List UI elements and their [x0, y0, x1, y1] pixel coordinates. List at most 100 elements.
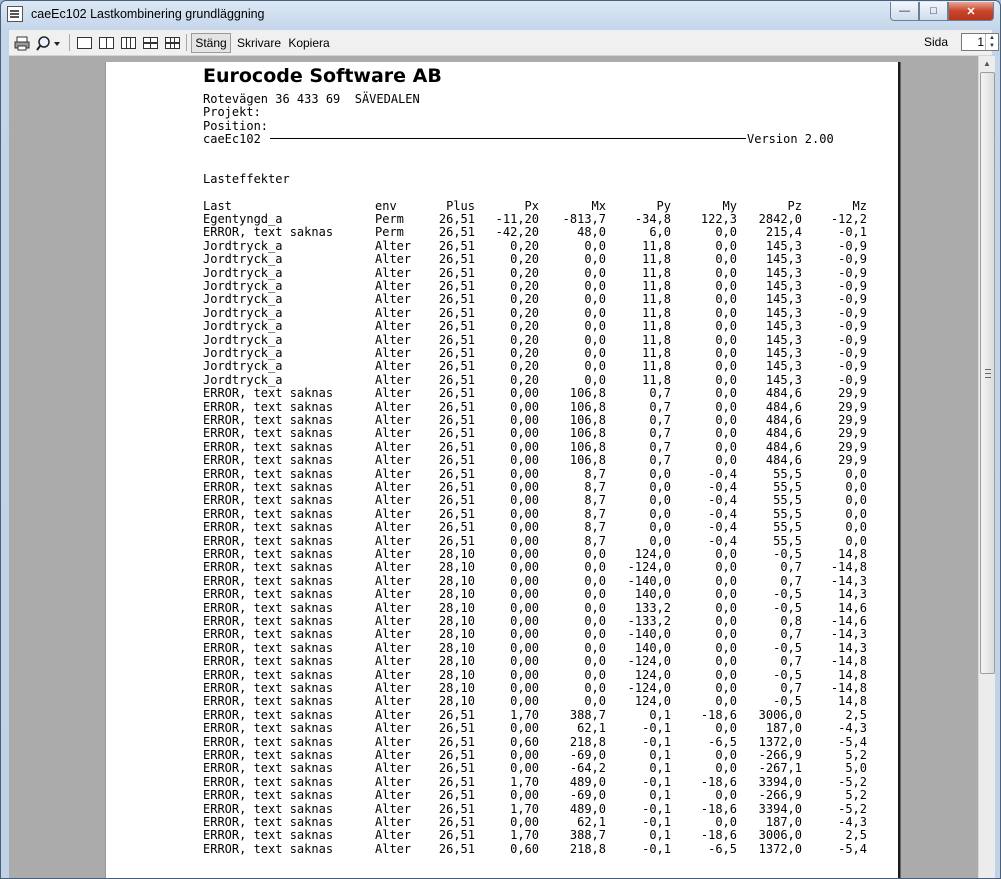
- page-spin-arrows[interactable]: ▲ ▼: [985, 34, 998, 50]
- table-row: ERROR, text saknas Alter 26,51 0,00 8,7 0,0 -0…: [203, 466, 883, 481]
- table-cell: Alter: [375, 413, 412, 427]
- table-cell: 0,0: [715, 667, 737, 682]
- maximize-button[interactable]: □: [919, 2, 948, 21]
- table-cell: 0,00: [510, 466, 539, 481]
- page-number-value[interactable]: 1: [977, 35, 984, 49]
- table-cell: 0,0: [649, 493, 671, 508]
- table-cell: 124,0: [634, 667, 671, 682]
- table-cell: -0,9: [838, 279, 867, 293]
- printer-setup-button[interactable]: Skrivare: [233, 33, 285, 53]
- table-cell: ERROR, text saknas: [203, 426, 334, 441]
- table-cell: 26,51: [438, 265, 475, 280]
- table-cell: 0,0: [845, 520, 867, 535]
- table-cell: 145,3: [765, 372, 802, 387]
- table-row: Jordtryck_a Alter 26,51 0,20 0,0 11,8 0,0 145,3…: [203, 333, 883, 347]
- table-cell: 28,10: [438, 587, 475, 602]
- table-row: ERROR, text saknas Alter 26,51 0,00 8,7 0,0 -0…: [203, 507, 883, 521]
- table-row: Jordtryck_a Alter 26,51 0,20 0,0 11,8 0,0 145,3…: [203, 265, 883, 280]
- table-cell: ERROR, text saknas: [203, 761, 334, 776]
- table-cell: 145,3: [765, 292, 802, 307]
- table-cell: 106,8: [569, 453, 606, 468]
- minimize-button[interactable]: —: [890, 2, 919, 21]
- close-preview-button[interactable]: Stäng: [191, 33, 231, 53]
- two-page-button[interactable]: [95, 33, 117, 53]
- close-window-button[interactable]: ✕: [948, 2, 994, 21]
- table-cell: 26,51: [438, 828, 475, 843]
- table-cell: 26,51: [438, 520, 475, 535]
- table-cell: -133,2: [627, 614, 671, 628]
- table-cell: ERROR, text saknas: [203, 480, 334, 494]
- three-page-button[interactable]: [117, 33, 139, 53]
- table-cell: 0,0: [715, 399, 737, 414]
- table-row: ERROR, text saknas Alter 26,51 0,60 218,8 -0,…: [203, 841, 883, 856]
- table-cell: 0,00: [510, 748, 539, 762]
- scrollbar-thumb[interactable]: [980, 72, 995, 674]
- table-cell: Alter: [375, 681, 412, 695]
- table-cell: 489,0: [569, 801, 606, 816]
- table-cell: 0,0: [715, 238, 737, 253]
- table-cell: 145,3: [765, 305, 802, 320]
- table-cell: ERROR, text saknas: [203, 654, 334, 669]
- table-cell: 11,8: [642, 372, 671, 387]
- table-cell: 28,10: [438, 654, 475, 669]
- table-cell: 218,8: [569, 734, 606, 749]
- table-cell: 28,10: [438, 627, 475, 642]
- table-cell: Alter: [375, 439, 412, 454]
- table-cell: 11,8: [642, 279, 671, 293]
- table-cell: 0,20: [510, 238, 539, 253]
- table-cell: 55,5: [773, 466, 802, 481]
- table-cell: 145,3: [765, 238, 802, 253]
- table-cell: 11,8: [642, 265, 671, 280]
- print-button[interactable]: [11, 33, 33, 53]
- table-row: ERROR, text saknas Alter 28,10 0,00 0,0 124,0…: [203, 695, 883, 708]
- table-row: ERROR, text saknas Alter 26,51 0,00 106,8 0,7…: [203, 427, 883, 440]
- table-row: ERROR, text saknas Alter 28,10 0,00 0,0 -140,…: [203, 573, 883, 588]
- table-cell: Alter: [375, 480, 412, 494]
- table-cell: Alter: [375, 573, 412, 588]
- page-spinner[interactable]: 1 ▲ ▼: [961, 33, 999, 51]
- table-cell: 0,0: [584, 372, 606, 387]
- table-cell: 0,0: [584, 681, 606, 695]
- copy-button[interactable]: Kopiera: [286, 33, 332, 53]
- table-cell: 26,51: [438, 453, 475, 468]
- table-cell: 489,0: [569, 774, 606, 789]
- table-cell: 0,00: [510, 654, 539, 669]
- zoom-button[interactable]: [33, 33, 65, 53]
- maximize-icon: □: [930, 5, 937, 17]
- table-cell: 6,0: [649, 225, 671, 240]
- table-cell: 0,0: [715, 279, 737, 293]
- table-cell: -18,6: [700, 707, 737, 722]
- scroll-up-button[interactable]: ▲: [979, 56, 995, 72]
- table-cell: -14,8: [830, 681, 867, 695]
- preview-area[interactable]: Eurocode Software AB Rotevägen 36 433 69…: [9, 56, 978, 878]
- table-cell: 0,0: [845, 466, 867, 481]
- table-cell: Jordtryck_a: [203, 319, 283, 334]
- table-cell: -0,4: [708, 520, 737, 535]
- title-bar[interactable]: caeEc102 Lastkombinering grundläggning —…: [1, 1, 1000, 29]
- table-cell: 0,7: [649, 453, 671, 468]
- table-cell: 62,1: [577, 721, 606, 736]
- one-page-button[interactable]: [73, 33, 95, 53]
- four-page-button[interactable]: [139, 33, 161, 53]
- table-row: ERROR, text saknas Alter 26,51 0,00 8,7 0,0 -0…: [203, 494, 883, 507]
- table-cell: Alter: [375, 493, 412, 508]
- table-row: Egentyngd_a Perm 26,51 -11,20 -813,7 -34,8 122…: [203, 213, 883, 226]
- table-cell: 29,9: [838, 426, 867, 441]
- table-cell: 145,3: [765, 346, 802, 360]
- six-page-button[interactable]: [161, 33, 183, 53]
- table-cell: -12,2: [830, 212, 867, 226]
- table-cell: 0,0: [715, 681, 737, 695]
- table-cell: 0,0: [715, 305, 737, 320]
- table-cell: -813,7: [562, 212, 606, 226]
- table-cell: 1,70: [510, 828, 539, 843]
- table-cell: Alter: [375, 292, 412, 307]
- table-cell: 218,8: [569, 841, 606, 856]
- vertical-scrollbar[interactable]: ▲: [978, 56, 995, 878]
- table-cell: 2,5: [845, 828, 867, 843]
- table-cell: 11,8: [642, 292, 671, 307]
- table-cell: 0,0: [584, 359, 606, 374]
- table-row: ERROR, text saknas Perm 26,51 -42,20 48,0 6,0…: [203, 226, 883, 239]
- table-cell: Alter: [375, 667, 412, 682]
- table-cell: 0,7: [649, 386, 671, 401]
- table-cell: 11,8: [642, 252, 671, 267]
